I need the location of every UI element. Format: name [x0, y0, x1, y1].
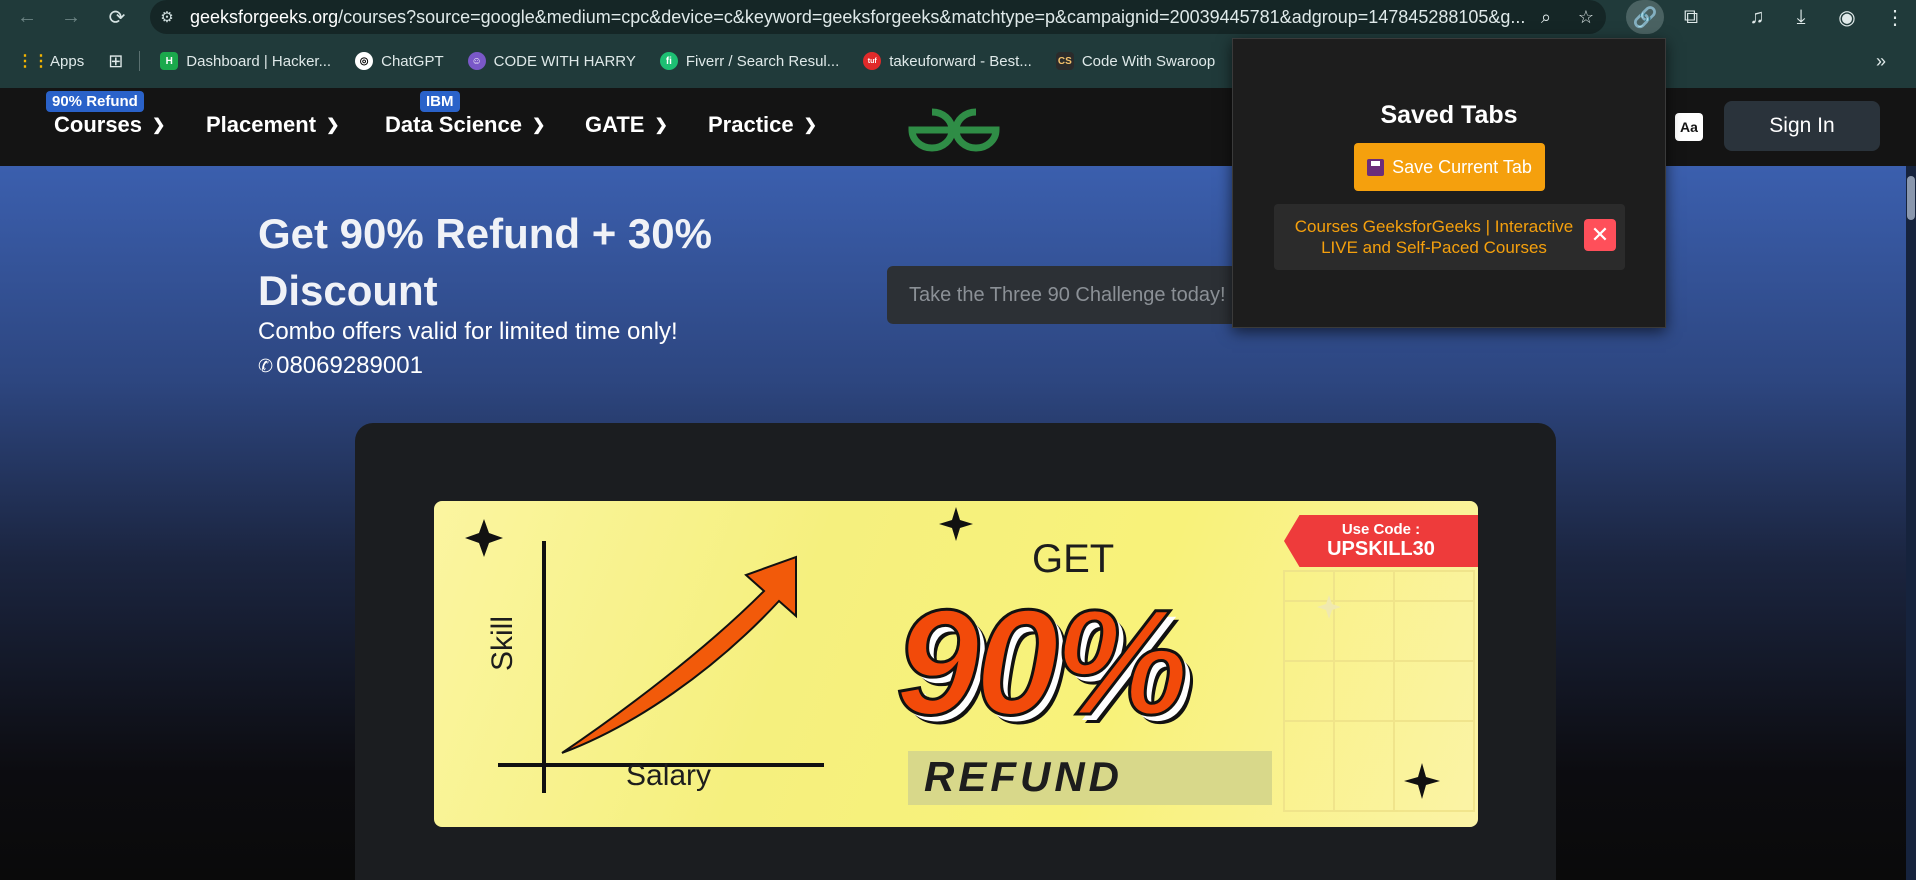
page-scrollbar[interactable]	[1906, 166, 1916, 880]
bookmark-label: Fiverr / Search Resul...	[685, 52, 840, 70]
bookmark-label: Code With Swaroop	[1081, 52, 1216, 70]
challenge-search	[887, 266, 1237, 324]
bookmark-apps[interactable]: ⋮⋮ Apps	[17, 52, 85, 71]
bookmark-item[interactable]: fi Fiverr / Search Resul...	[659, 52, 840, 70]
bookmark-label: ChatGPT	[381, 52, 444, 70]
bookmark-label: CODE WITH HARRY	[493, 52, 636, 70]
save-button-label: Save Current Tab	[1392, 156, 1532, 177]
browser-toolbar: ← → ⟳ ⚙ geeksforgeeks.org/courses?source…	[0, 0, 1916, 34]
nav-courses[interactable]: Courses ❯	[54, 112, 165, 138]
promo-code-ribbon: Use Code : UPSKILL30	[1284, 515, 1478, 567]
hero-title: Get 90% Refund + 30% Discount	[258, 210, 712, 314]
gfg-logo[interactable]	[906, 106, 1002, 152]
star-icon[interactable]: ☆	[1566, 0, 1606, 34]
takeuforward-icon: tuf	[863, 52, 882, 70]
bookmarks-overflow-icon[interactable]: »	[1876, 51, 1886, 72]
nav-label: Practice	[708, 112, 794, 137]
refund-banner[interactable]: Skill Salary Use Code : UPSKILL30 GET 90…	[434, 501, 1478, 827]
download-icon[interactable]: ⤓	[1782, 0, 1820, 34]
get-label: GET	[1032, 537, 1115, 581]
bookmark-label: takeuforward - Best...	[889, 52, 1032, 70]
extensions-icon[interactable]: ⧉	[1672, 0, 1710, 34]
saved-tabs-extension-icon[interactable]: 🔗	[1626, 0, 1664, 34]
tab-groups-icon[interactable]: ⊞	[108, 51, 123, 72]
nav-placement[interactable]: Placement ❯	[206, 112, 339, 138]
challenge-search-input[interactable]	[887, 266, 1237, 324]
nav-label: Courses	[54, 112, 143, 137]
site-info-icon[interactable]: ⚙	[150, 0, 184, 34]
scrollbar-thumb[interactable]	[1907, 176, 1915, 220]
url-path: /courses?source=google&medium=cpc&device…	[338, 6, 1526, 27]
media-icon[interactable]: ♫	[1738, 0, 1776, 34]
courses-badge: 90% Refund	[46, 91, 144, 112]
axis-salary-label: Salary	[626, 759, 712, 792]
nav-label: Data Science	[385, 112, 522, 137]
nav-gate[interactable]: GATE ❯	[585, 112, 668, 138]
bookmark-item[interactable]: ☺ CODE WITH HARRY	[467, 52, 636, 70]
refund-label: REFUND	[924, 753, 1123, 800]
nav-practice[interactable]: Practice ❯	[708, 112, 817, 138]
zoom-icon[interactable]: ⌕	[1526, 0, 1566, 34]
apps-grid-icon: ⋮⋮	[17, 53, 49, 70]
back-icon[interactable]: ←	[12, 2, 42, 32]
bookmark-item[interactable]: H Dashboard | Hacker...	[160, 52, 331, 70]
floppy-disk-icon	[1367, 158, 1385, 176]
nav-label: GATE	[585, 112, 645, 137]
save-current-tab-button[interactable]: Save Current Tab	[1354, 143, 1545, 191]
close-icon[interactable]: ✕	[1584, 219, 1616, 251]
bookmark-separator	[139, 51, 141, 71]
phone-icon: ✆	[258, 355, 274, 376]
chevron-down-icon: ❯	[531, 117, 546, 134]
data-science-badge: IBM	[420, 91, 460, 112]
reload-icon[interactable]: ⟳	[102, 2, 132, 32]
bookmark-item[interactable]: ◎ ChatGPT	[355, 52, 444, 70]
translate-icon[interactable]: Aa	[1675, 113, 1703, 141]
bookmark-label: Dashboard | Hacker...	[186, 52, 332, 70]
url-text[interactable]: geeksforgeeks.org/courses?source=google&…	[184, 7, 1526, 28]
saved-tab-item: Courses GeeksforGeeks | Interactive LIVE…	[1274, 204, 1625, 270]
bookmark-item[interactable]: CS Code With Swaroop	[1055, 52, 1216, 70]
address-bar[interactable]: ⚙ geeksforgeeks.org/courses?source=googl…	[150, 0, 1606, 34]
saved-tabs-popup: Saved Tabs Save Current Tab Courses Geek…	[1232, 38, 1666, 328]
chevron-down-icon: ❯	[326, 117, 340, 134]
chatgpt-icon: ◎	[355, 52, 374, 70]
refund-percent: 90%	[894, 577, 1189, 748]
phone-number: 08069289001	[276, 352, 423, 379]
menu-icon[interactable]: ⋮	[1876, 0, 1914, 34]
axis-skill-label: Skill	[486, 615, 519, 671]
sign-in-button[interactable]: Sign In	[1724, 101, 1880, 151]
fiverr-icon: fi	[659, 52, 678, 70]
url-host: geeksforgeeks.org	[190, 6, 339, 27]
saved-tab-link[interactable]: Courses GeeksforGeeks | Interactive LIVE…	[1284, 216, 1584, 258]
chevron-down-icon: ❯	[803, 117, 818, 134]
codewithharry-icon: ☺	[467, 52, 486, 70]
promo-code: UPSKILL30	[1327, 538, 1435, 560]
hackerrank-icon: H	[160, 52, 179, 70]
bookmark-label: Apps	[50, 52, 85, 70]
codewithswaroop-icon: CS	[1055, 52, 1074, 70]
nav-label: Placement	[206, 112, 317, 137]
chevron-down-icon: ❯	[654, 117, 668, 134]
bookmark-item[interactable]: tuf takeuforward - Best...	[863, 52, 1032, 70]
use-code-label: Use Code :	[1341, 521, 1421, 538]
nav-data-science[interactable]: Data Science ❯	[385, 112, 545, 138]
forward-icon[interactable]: →	[56, 2, 86, 32]
profile-avatar[interactable]: ◉	[1828, 0, 1866, 34]
hero-subtitle: Combo offers valid for limited time only…	[258, 318, 678, 345]
hero-phone[interactable]: ✆ 08069289001	[258, 352, 423, 380]
popup-title: Saved Tabs	[1380, 101, 1518, 129]
chevron-down-icon: ❯	[152, 117, 166, 134]
